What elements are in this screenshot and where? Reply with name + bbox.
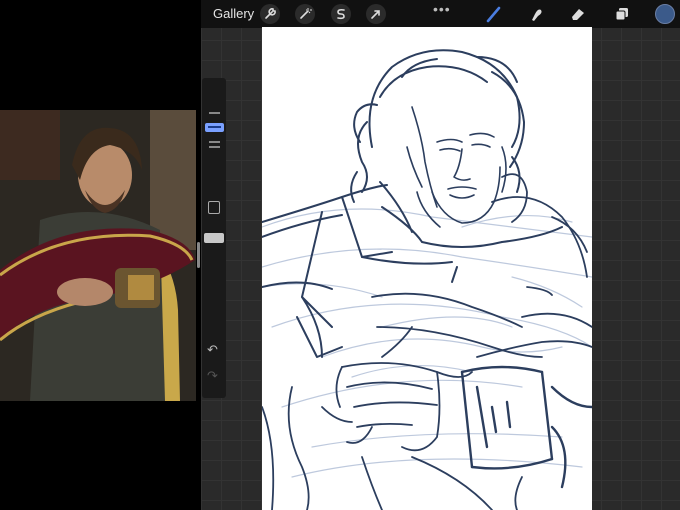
opacity-slider[interactable] [204, 233, 224, 243]
brush-size-slider[interactable] [205, 123, 224, 132]
magic-wand-icon[interactable] [295, 4, 315, 24]
reference-panel [0, 0, 201, 510]
layers-icon[interactable] [612, 4, 632, 24]
wrench-icon[interactable] [260, 4, 280, 24]
brush-size-tick [209, 141, 220, 143]
color-picker-swatch[interactable] [655, 4, 675, 24]
reference-photo [0, 110, 196, 401]
redo-button[interactable]: ↷ [207, 369, 221, 383]
gallery-button[interactable]: Gallery [213, 6, 254, 21]
top-toolbar: Gallery ••• [201, 0, 680, 28]
sketch-drawing [262, 49, 592, 510]
brush-icon[interactable] [484, 4, 504, 24]
brush-size-tick [209, 146, 220, 148]
undo-button[interactable]: ↶ [207, 343, 221, 357]
drawing-canvas[interactable] [262, 27, 592, 510]
selection-s-icon[interactable] [331, 4, 351, 24]
modify-button[interactable] [208, 201, 220, 214]
split-view-divider-handle[interactable] [197, 242, 200, 268]
reference-photo-image [0, 110, 196, 401]
brush-size-tick [209, 112, 220, 114]
cursor-arrow-icon[interactable] [366, 4, 386, 24]
more-options-icon[interactable]: ••• [433, 1, 451, 17]
side-toolbar: ↶ ↷ [202, 78, 226, 398]
smudge-icon[interactable] [526, 4, 546, 24]
eraser-icon[interactable] [568, 4, 588, 24]
